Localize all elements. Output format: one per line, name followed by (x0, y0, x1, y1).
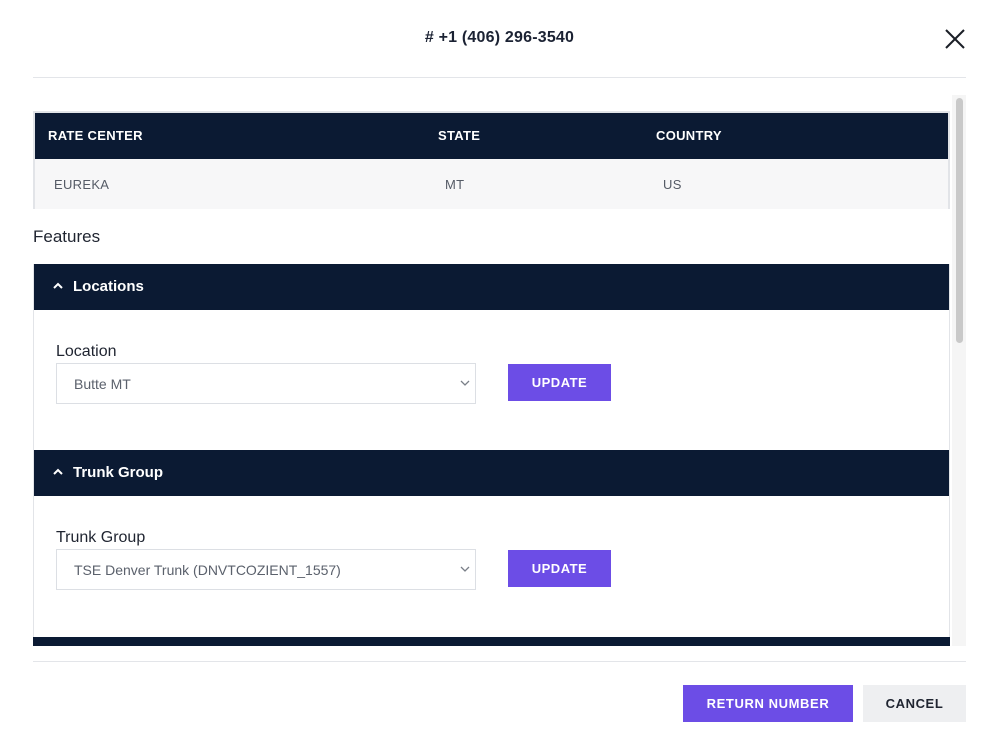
trunk-group-section-body: Trunk Group TSE Denver Trunk (DNVTCOZIEN… (34, 496, 949, 637)
trunk-group-select[interactable]: TSE Denver Trunk (DNVTCOZIENT_1557) (56, 549, 476, 590)
trunk-group-section-header[interactable]: Trunk Group (34, 450, 949, 496)
features-heading: Features (33, 227, 101, 246)
scrollbar-thumb[interactable] (956, 98, 963, 343)
locations-section-header[interactable]: Locations (34, 264, 949, 310)
update-location-button[interactable]: UPDATE (508, 364, 611, 401)
table-row: EUREKA MT US (35, 159, 948, 209)
chevron-up-icon (53, 468, 63, 475)
column-header-state: STATE (438, 128, 481, 143)
trunk-group-section: Trunk Group Trunk Group TSE Denver Trunk… (33, 450, 950, 637)
number-detail-modal: # +1 (406) 296-3540 RATE CENTER STATE CO… (0, 0, 999, 750)
chevron-down-icon (460, 380, 470, 386)
rate-center-table: RATE CENTER STATE COUNTRY EUREKA MT US (33, 111, 950, 209)
table-header-row: RATE CENTER STATE COUNTRY (35, 113, 948, 159)
modal-body: RATE CENTER STATE COUNTRY EUREKA MT US F… (33, 95, 966, 646)
modal-title: # +1 (406) 296-3540 (424, 29, 575, 46)
cell-country: US (663, 177, 682, 192)
modal-header: # +1 (406) 296-3540 (33, 0, 966, 78)
column-header-country: COUNTRY (656, 128, 722, 143)
column-header-rate-center: RATE CENTER (48, 128, 143, 143)
modal-footer: RETURN NUMBER CANCEL (33, 661, 966, 750)
cancel-button[interactable]: CANCEL (863, 685, 966, 722)
close-icon[interactable] (944, 28, 966, 50)
cell-rate-center: EUREKA (54, 177, 110, 192)
trunk-group-select-value: TSE Denver Trunk (DNVTCOZIENT_1557) (74, 562, 341, 578)
scrollbar[interactable] (952, 95, 966, 646)
next-section-header[interactable] (33, 637, 950, 646)
locations-section-body: Location Butte MT UPDATE (34, 310, 949, 451)
location-select-value: Butte MT (74, 376, 131, 392)
location-select[interactable]: Butte MT (56, 363, 476, 404)
chevron-up-icon (53, 282, 63, 289)
chevron-down-icon (460, 566, 470, 572)
trunk-group-section-title: Trunk Group (73, 464, 163, 481)
cell-state: MT (445, 177, 465, 192)
locations-section: Locations Location Butte MT UPDATE (33, 264, 950, 451)
update-trunk-group-button[interactable]: UPDATE (508, 550, 611, 587)
return-number-button[interactable]: RETURN NUMBER (683, 685, 853, 722)
location-field-label: Location (56, 343, 117, 360)
locations-section-title: Locations (73, 278, 144, 295)
trunk-group-field-label: Trunk Group (56, 529, 146, 546)
